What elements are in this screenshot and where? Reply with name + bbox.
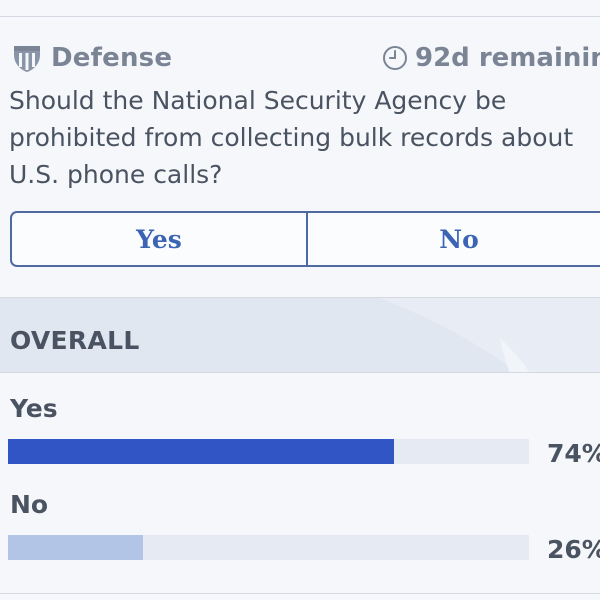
result-bar-fill-yes [8, 439, 394, 464]
time-remaining-label: 92d remaining [415, 43, 600, 73]
category-label: Defense [51, 43, 173, 73]
results-section-header: OVERALL [0, 297, 600, 373]
bottom-divider [0, 593, 600, 594]
result-label-yes: Yes [10, 394, 58, 423]
poll-header: Defense 92d remaining [0, 36, 600, 80]
vote-yes-button[interactable]: Yes [12, 213, 308, 265]
result-bar-yes [8, 439, 529, 464]
result-label-no: No [10, 490, 49, 519]
category-tag: Defense [12, 36, 172, 80]
time-remaining: 92d remaining [382, 36, 600, 80]
vote-no-button[interactable]: No [308, 213, 600, 265]
top-divider [0, 16, 600, 17]
results-section-title: OVERALL [10, 326, 140, 355]
shield-icon [12, 43, 42, 73]
result-percent-no: 26% [547, 535, 600, 564]
clock-icon [382, 45, 408, 71]
result-bar-no [8, 535, 529, 560]
poll-question: Should the National Security Agency be p… [9, 86, 574, 189]
result-bar-fill-no [8, 535, 144, 560]
result-percent-yes: 74% [547, 439, 600, 468]
vote-button-group: Yes No [10, 211, 600, 267]
